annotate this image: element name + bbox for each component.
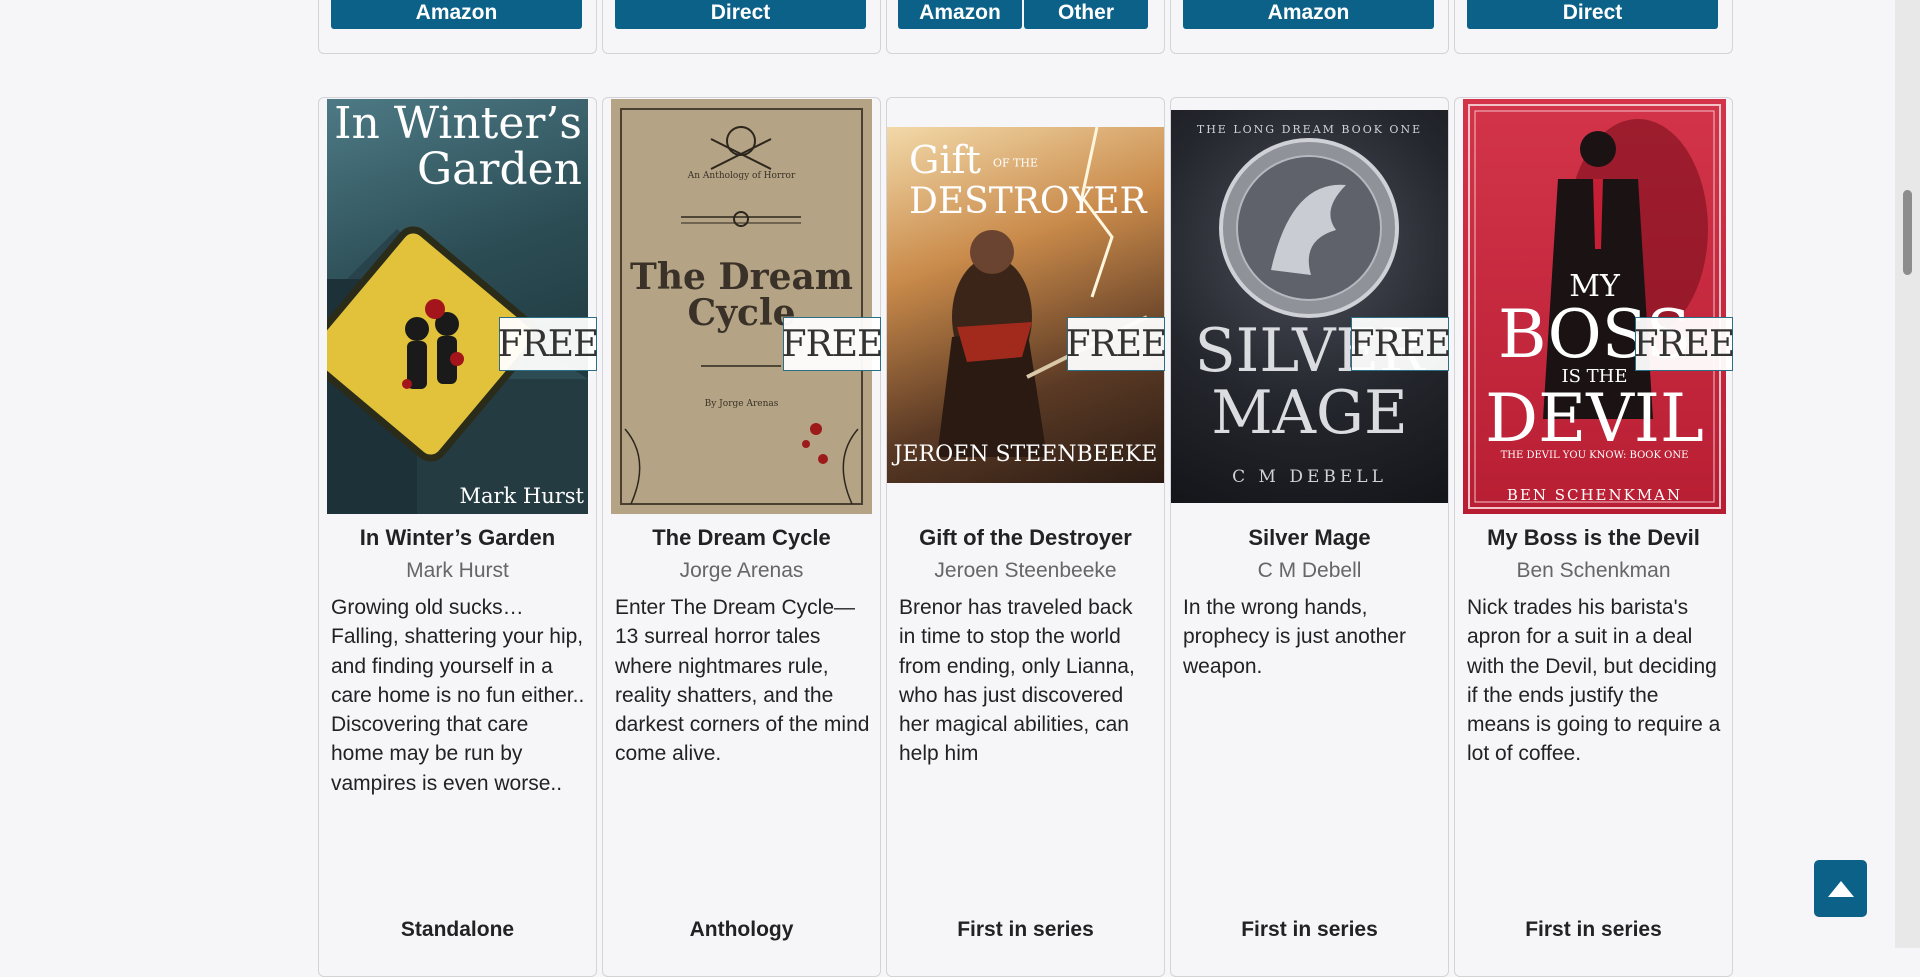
series-label: First in series: [1241, 918, 1378, 941]
buy-other-button[interactable]: Other: [1024, 0, 1148, 29]
cover-title-line: Garden: [417, 144, 582, 195]
scrollbar-thumb[interactable]: [1903, 190, 1912, 275]
book-author: Ben Schenkman: [1516, 559, 1671, 582]
book-card: In Winter’s Garden Mark Hurst FREE In Wi…: [318, 97, 599, 977]
series-label: Anthology: [689, 918, 794, 941]
book-card: Gift OF THE DESTROYER JEROEN STEENBEEKE …: [886, 97, 1167, 977]
book-title[interactable]: In Winter’s Garden: [319, 525, 596, 551]
free-badge: FREE: [782, 317, 883, 371]
book-description: Enter The Dream Cycle—13 surreal horror …: [615, 596, 870, 766]
book-card: Amazon Other: [886, 0, 1165, 54]
free-badge: FREE: [1350, 317, 1451, 371]
buy-direct-button[interactable]: Direct: [1467, 0, 1718, 29]
series-label: First in series: [1525, 918, 1662, 941]
book-description: Growing old sucks… Falling, shattering y…: [331, 596, 585, 795]
book-author: Jorge Arenas: [679, 559, 804, 582]
book-cover-image[interactable]: THE LONG DREAM BOOK ONE SILVER MAGE C M …: [1171, 110, 1448, 503]
book-card: Amazon: [318, 0, 597, 54]
cover-author: JEROEN STEENBEEKE: [893, 442, 1158, 467]
buy-amazon-button[interactable]: Amazon: [1183, 0, 1434, 29]
book-title[interactable]: Silver Mage: [1171, 525, 1448, 551]
previous-book-row: Amazon Direct Amazon Other Amazon Direct: [318, 0, 1733, 54]
cover-title-line: OF THE: [992, 156, 1039, 170]
book-title[interactable]: Gift of the Destroyer: [887, 525, 1164, 551]
cover-title-line: MAGE: [1211, 378, 1408, 448]
book-author: C M Debell: [1257, 559, 1362, 582]
cover-kicker: An Anthology of Horror: [687, 171, 796, 181]
book-description: In the wrong hands, prophecy is just ano…: [1183, 596, 1406, 678]
book-card: Direct: [602, 0, 881, 54]
cover-title: In Winter’s Garden: [334, 101, 582, 193]
series-label: First in series: [957, 918, 1094, 941]
free-badge: FREE: [1634, 317, 1735, 371]
page-scrollbar[interactable]: [1895, 0, 1920, 948]
book-card: An Anthology of Horror The Dream Cycle B…: [602, 97, 883, 977]
cover-author: C M DEBELL: [1232, 467, 1387, 487]
cover-kicker: THE LONG DREAM BOOK ONE: [1196, 123, 1423, 136]
arrow-up-icon: [1827, 880, 1854, 897]
cover-title-line: The Dream: [630, 256, 853, 298]
book-card: MY BOSS IS THE DEVIL THE DEVIL YOU KNOW:…: [1454, 97, 1735, 977]
cover-title-line: Gift: [909, 138, 981, 182]
cover-author: BEN SCHENKMAN: [1506, 486, 1683, 504]
series-label: Standalone: [400, 918, 515, 941]
free-badge: FREE: [498, 317, 599, 371]
book-card: THE LONG DREAM BOOK ONE SILVER MAGE C M …: [1170, 97, 1451, 977]
book-cover-image[interactable]: An Anthology of Horror The Dream Cycle B…: [611, 99, 872, 514]
book-cover-image[interactable]: In Winter’s Garden Mark Hurst: [327, 99, 588, 514]
cover-title-line: DESTROYER: [909, 180, 1147, 222]
cover-author: Mark Hurst: [459, 484, 584, 508]
book-title[interactable]: The Dream Cycle: [603, 525, 880, 551]
book-card: Amazon: [1170, 0, 1449, 54]
back-to-top-button[interactable]: [1814, 860, 1867, 917]
book-title[interactable]: My Boss is the Devil: [1455, 525, 1732, 551]
book-author: Mark Hurst: [406, 559, 509, 582]
free-badge: FREE: [1066, 317, 1167, 371]
book-description: Nick trades his barista's apron for a su…: [1467, 596, 1721, 766]
cover-author: By Jorge Arenas: [704, 399, 779, 409]
buy-amazon-button[interactable]: Amazon: [331, 0, 582, 29]
book-row: In Winter’s Garden Mark Hurst FREE In Wi…: [318, 97, 1735, 977]
buy-amazon-button[interactable]: Amazon: [898, 0, 1022, 29]
cover-kicker: THE DEVIL YOU KNOW: BOOK ONE: [1500, 450, 1689, 461]
cover-title: Gift OF THE DESTROYER: [909, 141, 1147, 221]
book-cover-image[interactable]: MY BOSS IS THE DEVIL THE DEVIL YOU KNOW:…: [1463, 99, 1726, 514]
cover-title-line: DEVIL: [1485, 380, 1704, 457]
book-author: Jeroen Steenbeeke: [934, 559, 1117, 582]
book-card: Direct: [1454, 0, 1733, 54]
buy-direct-button[interactable]: Direct: [615, 0, 866, 29]
cover-title-line: In Winter’s: [334, 99, 582, 149]
book-description: Brenor has traveled back in time to stop…: [899, 596, 1135, 766]
book-cover-image[interactable]: Gift OF THE DESTROYER JEROEN STEENBEEKE: [887, 127, 1164, 483]
